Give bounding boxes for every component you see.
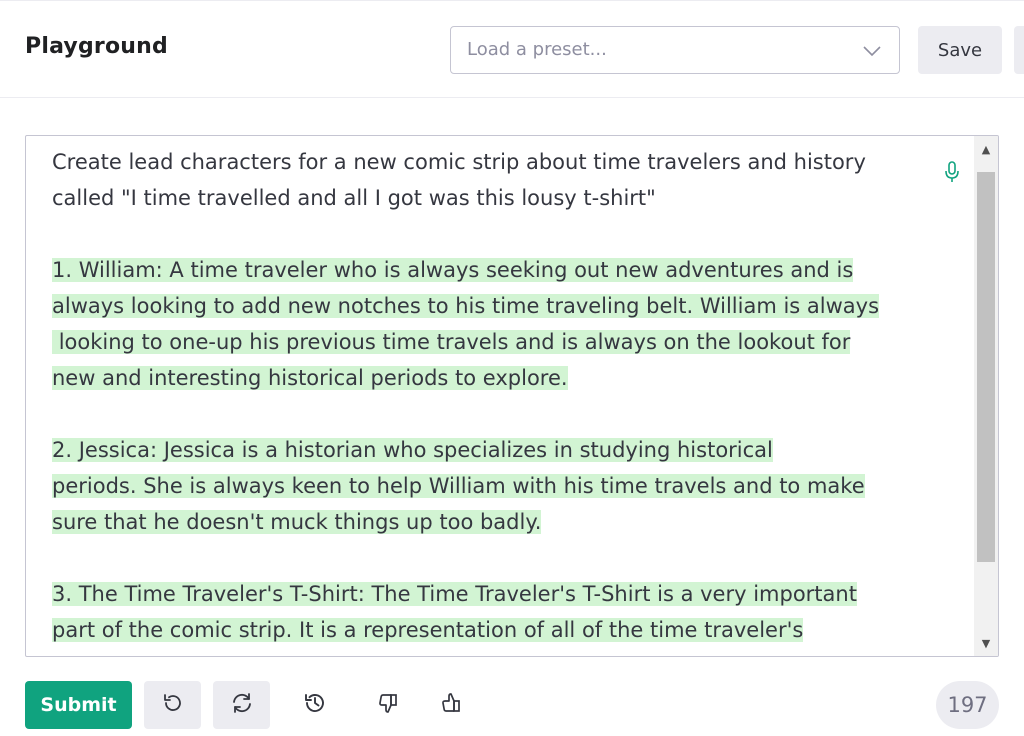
scroll-up-button[interactable]: ▲ <box>974 136 998 162</box>
save-button[interactable]: Save <box>918 26 1002 74</box>
completion-line: 2. Jessica: Jessica is a historian who s… <box>52 438 773 462</box>
page-title: Playground <box>25 34 168 59</box>
history-button[interactable] <box>286 681 343 729</box>
completion-line: periods. She is always keen to help Will… <box>52 474 865 498</box>
history-icon <box>303 691 327 719</box>
preset-select[interactable]: Load a preset... <box>450 26 900 74</box>
prompt-text: called "I time travelled and all I got w… <box>52 186 656 210</box>
microphone-icon[interactable] <box>944 160 960 184</box>
prompt-editor[interactable]: Create lead characters for a new comic s… <box>25 135 999 657</box>
preset-placeholder: Load a preset... <box>467 39 607 60</box>
thumbs-down-icon <box>377 691 401 719</box>
completion-line: always looking to add new notches to his… <box>52 294 880 318</box>
top-bar: Playground Load a preset... Save <box>0 0 1024 98</box>
completion-line: new and interesting historical periods t… <box>52 366 568 390</box>
submit-button[interactable]: Submit <box>25 681 132 729</box>
completion-line: part of the comic strip. It is a represe… <box>52 618 804 642</box>
completion-line: sure that he doesn't muck things up too … <box>52 510 542 534</box>
scroll-thumb[interactable] <box>977 172 995 562</box>
undo-button[interactable] <box>144 681 201 729</box>
editor-text[interactable]: Create lead characters for a new comic s… <box>52 144 932 648</box>
chevron-down-icon <box>862 43 882 57</box>
completion-line: looking to one-up his previous time trav… <box>52 330 851 354</box>
token-count-badge: 197 <box>936 681 999 729</box>
bottom-toolbar: Submit 197 <box>0 680 1024 730</box>
prompt-text: Create lead characters for a new comic s… <box>52 150 866 174</box>
thumbs-up-button[interactable] <box>423 681 480 729</box>
thumbs-down-button[interactable] <box>360 681 417 729</box>
undo-icon <box>161 691 185 719</box>
vertical-scrollbar[interactable]: ▲ ▼ <box>974 136 998 656</box>
more-button[interactable] <box>1014 26 1024 74</box>
completion-line: 1. William: A time traveler who is alway… <box>52 258 854 282</box>
regenerate-button[interactable] <box>213 681 270 729</box>
regenerate-icon <box>230 691 254 719</box>
thumbs-up-icon <box>440 691 464 719</box>
completion-line: 3. The Time Traveler's T-Shirt: The Time… <box>52 582 857 606</box>
scroll-down-button[interactable]: ▼ <box>974 630 998 656</box>
